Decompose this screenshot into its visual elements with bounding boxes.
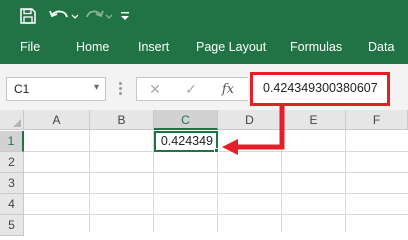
undo-icon[interactable] — [46, 4, 80, 28]
column-header-c[interactable]: C — [154, 110, 218, 130]
gridline — [345, 130, 346, 232]
customize-icon[interactable] — [118, 4, 132, 28]
column-header-f[interactable]: F — [346, 110, 408, 130]
save-icon[interactable] — [16, 4, 40, 28]
row-header-3[interactable]: 3 — [0, 173, 24, 194]
column-header-b[interactable]: B — [90, 110, 154, 130]
gridline — [89, 130, 90, 232]
resize-handle-icon[interactable] — [119, 82, 123, 96]
tab-formulas[interactable]: Formulas — [290, 32, 342, 64]
gridline — [281, 130, 282, 232]
gridline — [24, 172, 408, 173]
column-header-d[interactable]: D — [218, 110, 282, 130]
name-box[interactable]: C1 ▾ — [6, 77, 106, 101]
fill-handle[interactable] — [214, 148, 219, 153]
gridline — [24, 193, 408, 194]
row-header-1[interactable]: 1 — [0, 131, 24, 152]
tab-page-layout[interactable]: Page Layout — [196, 32, 266, 64]
tab-file[interactable]: File — [20, 32, 40, 64]
title-bar — [0, 0, 408, 32]
row-header-5[interactable]: 5 — [0, 215, 24, 236]
chevron-down-icon[interactable]: ▾ — [94, 82, 99, 93]
active-cell-c1[interactable]: 0.424349 — [154, 131, 218, 152]
tab-data[interactable]: Data — [368, 32, 394, 64]
formula-input[interactable]: 0.424349300380607 — [250, 72, 390, 106]
ribbon-tabs: File Home Insert Page Layout Formulas Da… — [0, 32, 408, 64]
gridline — [24, 214, 408, 215]
column-header-e[interactable]: E — [282, 110, 346, 130]
formula-value: 0.424349300380607 — [263, 81, 378, 95]
tab-home[interactable]: Home — [76, 32, 109, 64]
column-header-a[interactable]: A — [24, 110, 90, 130]
check-icon[interactable]: ✓ — [178, 78, 204, 100]
insert-function-icon[interactable]: fx — [214, 78, 242, 100]
row-header-4[interactable]: 4 — [0, 194, 24, 215]
cancel-icon[interactable]: ✕ — [142, 78, 168, 100]
name-box-value: C1 — [14, 82, 30, 96]
select-all-button[interactable] — [0, 110, 24, 130]
tab-insert[interactable]: Insert — [138, 32, 169, 64]
spreadsheet-grid: A B C D E F 1 2 3 4 5 0.424349 — [0, 110, 408, 236]
row-header-2[interactable]: 2 — [0, 152, 24, 173]
redo-icon[interactable] — [84, 4, 114, 28]
